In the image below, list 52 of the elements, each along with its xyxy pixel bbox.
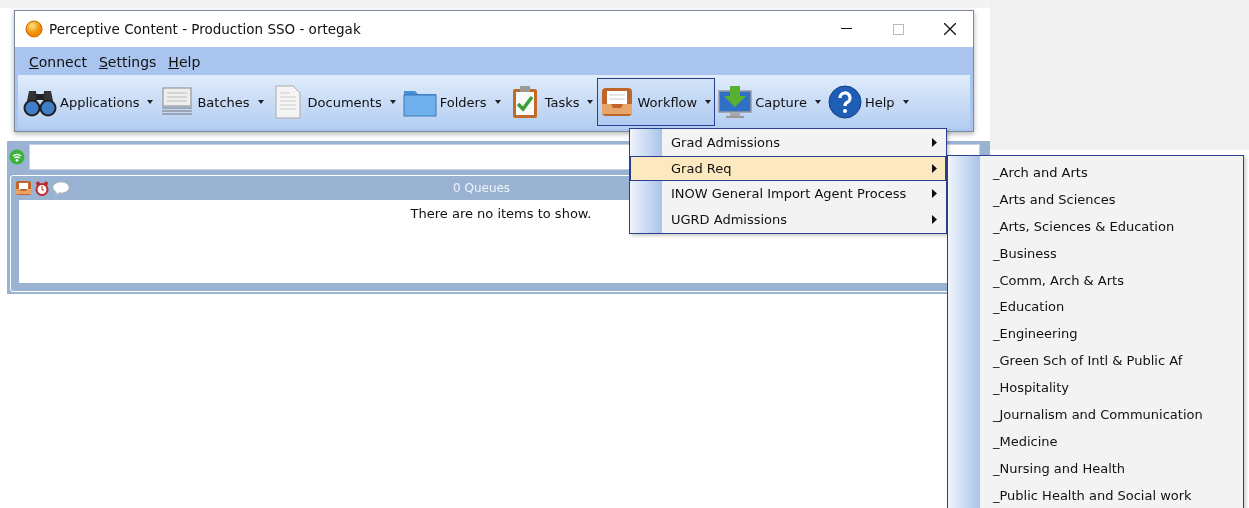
menu-item[interactable]: UGRD Admissions [630, 206, 946, 232]
minimize-icon[interactable] [840, 28, 852, 30]
inbox-icon[interactable] [15, 180, 32, 196]
caret-icon [587, 100, 594, 104]
menu-item[interactable]: _Engineering [948, 320, 1084, 348]
menu-item[interactable]: Connect [23, 51, 93, 73]
menu-item[interactable]: INOW General Import Agent Process [630, 181, 946, 207]
menu-item[interactable]: _Public Health and Social work [948, 481, 1198, 508]
caret-icon [257, 100, 264, 104]
toolbar-button[interactable]: Tasks [504, 77, 598, 127]
caret-icon [814, 100, 821, 104]
submenu-arrow-icon [932, 214, 937, 224]
menu-item[interactable]: _Business [948, 239, 1063, 267]
submenu-arrow-icon [932, 163, 937, 173]
menu-item[interactable]: Settings [92, 51, 163, 73]
submenu-arrow-icon [932, 138, 937, 148]
caret-icon [705, 100, 712, 104]
submenu-arrow-icon [932, 189, 937, 199]
menu-item[interactable]: Grad Req [630, 155, 946, 181]
menu-item[interactable]: _Green Sch of Intl & Public Af [948, 347, 1189, 375]
queues-count: 0 Queues [453, 181, 511, 195]
menu-item[interactable]: Grad Admissions [630, 130, 946, 156]
menu-item[interactable]: _Education [948, 293, 1071, 321]
help-icon [827, 85, 862, 119]
app-icon [25, 20, 43, 38]
toolbar-button[interactable]: Help [824, 77, 913, 127]
menu-item[interactable]: Help [162, 51, 207, 73]
menu-item[interactable]: _Arch and Arts [948, 159, 1094, 186]
caret-icon [902, 100, 909, 104]
toolbar-button[interactable]: Batches [157, 77, 268, 127]
caret-icon [147, 100, 154, 104]
menu-item[interactable]: _Hospitality [948, 374, 1075, 401]
toolbar-button[interactable]: Applications [20, 77, 158, 127]
monitor-download-icon [718, 85, 753, 119]
menu-item[interactable]: _Nursing and Health [948, 454, 1132, 482]
menu-item[interactable]: _Comm, Arch & Arts [948, 266, 1130, 294]
toolbar-button[interactable]: Documents [267, 77, 400, 127]
inbox-icon [600, 85, 635, 119]
empty-message: There are no items to show. [410, 206, 592, 223]
alarm-clock-icon[interactable] [35, 180, 49, 196]
toolbar-button[interactable]: Workflow [597, 78, 716, 126]
caret-icon [389, 100, 396, 104]
menu-item[interactable]: _Medicine [948, 427, 1064, 455]
window-title: Perceptive Content - Production SSO - ortegak [49, 21, 362, 37]
menu-item[interactable]: _Arts and Sciences [948, 185, 1122, 213]
menu-item[interactable]: _Journalism and Communication [948, 401, 1209, 428]
caret-icon [494, 100, 501, 104]
toolbar-button[interactable]: Folders [399, 77, 505, 127]
close-icon[interactable] [944, 23, 956, 35]
menu-item[interactable]: _Arts, Sciences & Education [948, 212, 1181, 240]
toolbar-button[interactable]: Capture [715, 77, 825, 127]
wifi-icon [9, 149, 25, 165]
